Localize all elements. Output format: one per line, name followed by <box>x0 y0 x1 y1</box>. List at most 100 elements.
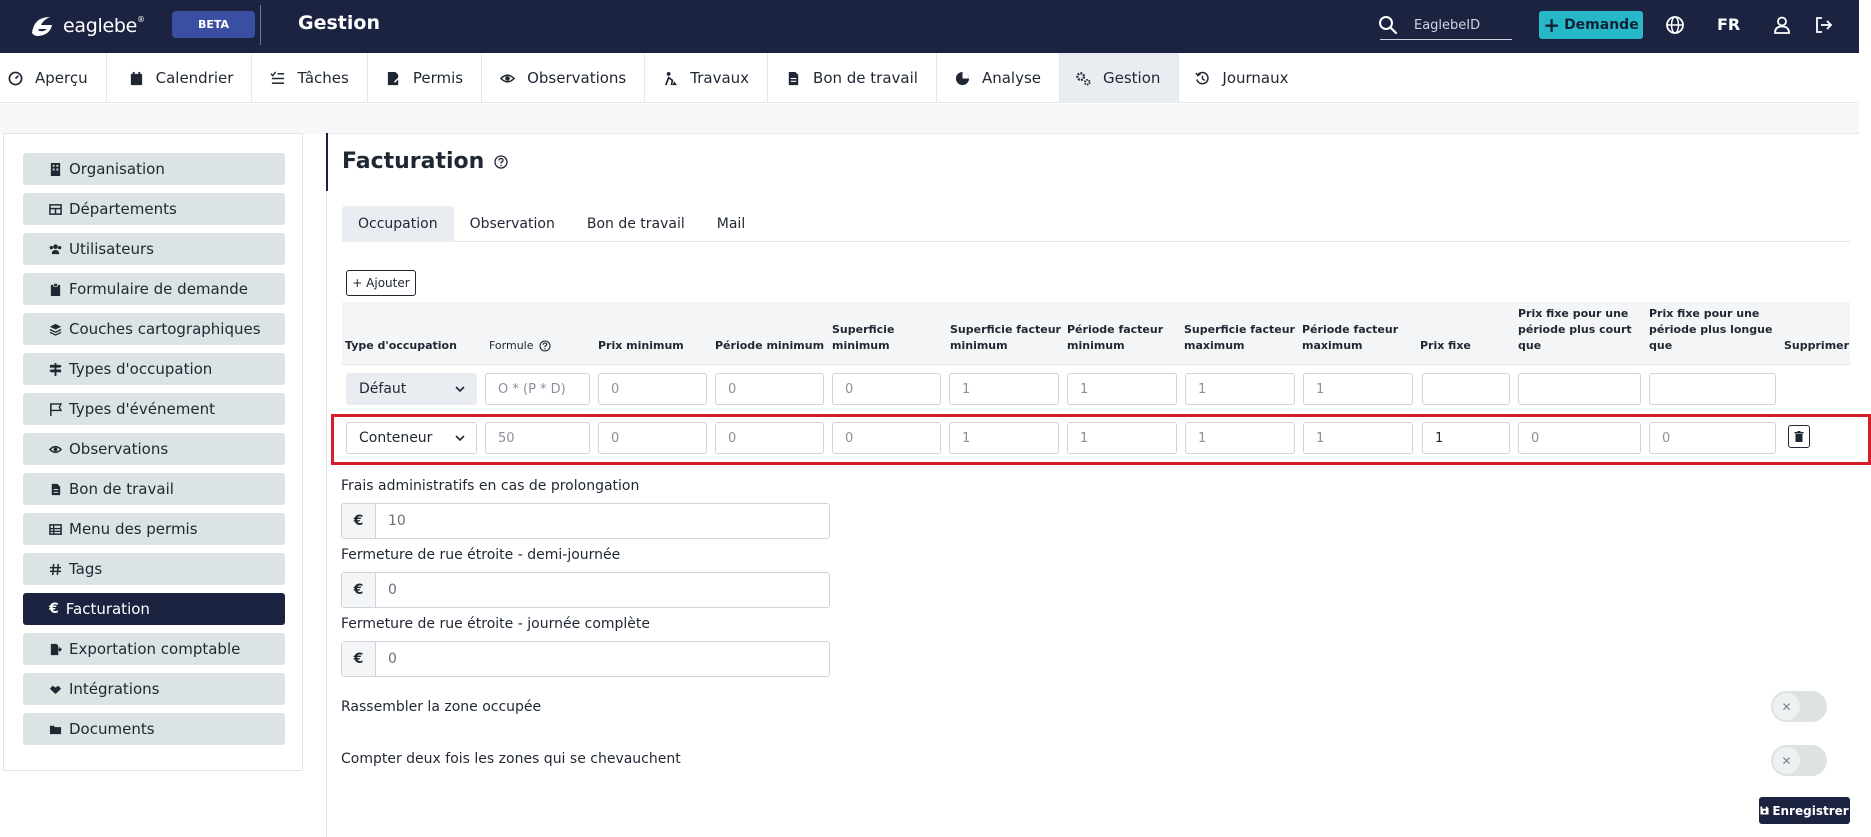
superficie-facteur-minimum-input[interactable]: 1 <box>949 422 1059 454</box>
tab-taches[interactable]: Tâches <box>252 53 368 103</box>
tab-gestion[interactable]: Gestion <box>1060 53 1180 103</box>
sidebar-item-label: Facturation <box>65 600 150 618</box>
periode-facteur-minimum-input[interactable]: 1 <box>1067 373 1177 405</box>
close-icon: ✕ <box>1773 693 1800 720</box>
user-icon[interactable] <box>1772 15 1792 35</box>
sidebar-item-documents[interactable]: Documents <box>23 713 285 745</box>
tab-bon-de-travail[interactable]: Bon de travail <box>768 53 937 103</box>
sidebar-item-facturation[interactable]: € Facturation <box>23 593 285 625</box>
brand-text: eaglebe <box>63 15 138 37</box>
save-button[interactable]: Enregistrer <box>1759 797 1850 824</box>
subtab-bon-de-travail[interactable]: Bon de travail <box>571 206 701 242</box>
sidebar-item-utilisateurs[interactable]: Utilisateurs <box>23 233 285 265</box>
tab-permis[interactable]: Permis <box>368 53 483 103</box>
column-header-formule: Formule <box>489 338 551 354</box>
toggle-label: Rassembler la zone occupée <box>341 699 542 715</box>
prix-minimum-input[interactable]: 0 <box>598 373 707 405</box>
prix-fixe-long-input[interactable]: 0 <box>1649 422 1776 454</box>
sidebar-item-couches[interactable]: Couches cartographiques <box>23 313 285 345</box>
clipboard-icon <box>50 282 61 296</box>
brand-name: eaglebe® <box>63 15 145 37</box>
help-icon[interactable] <box>538 340 551 352</box>
new-request-button[interactable]: + Demande <box>1539 11 1643 39</box>
main-nav: Aperçu Calendrier Tâches Permis Observat… <box>0 53 1859 103</box>
column-header: Période minimum <box>715 339 825 352</box>
billing-subtabs: Occupation Observation Bon de travail Ma… <box>342 206 1850 242</box>
logo[interactable]: eaglebe® <box>28 11 145 41</box>
prix-fixe-court-input[interactable]: 0 <box>1518 422 1641 454</box>
file-icon <box>51 483 61 495</box>
prix-fixe-input[interactable]: 1 <box>1422 422 1510 454</box>
sidebar-item-observations[interactable]: Observations <box>23 433 285 465</box>
tab-travaux[interactable]: Travaux <box>645 53 769 103</box>
sidebar-item-label: Organisation <box>69 160 165 178</box>
sidebar-item-organisation[interactable]: Organisation <box>23 153 285 185</box>
tab-observations[interactable]: Observations <box>482 53 646 103</box>
periode-minimum-input[interactable]: 0 <box>715 373 824 405</box>
subtab-occupation[interactable]: Occupation <box>342 206 454 242</box>
subtab-observation[interactable]: Observation <box>454 206 571 242</box>
tab-analyse[interactable]: Analyse <box>937 53 1060 103</box>
field-label: Frais administratifs en cas de prolongat… <box>341 478 640 494</box>
prix-minimum-input[interactable]: 0 <box>598 422 707 454</box>
superficie-facteur-maximum-input[interactable]: 1 <box>1185 422 1295 454</box>
logout-icon[interactable] <box>1814 15 1834 35</box>
merge-zone-toggle[interactable]: ✕ <box>1771 691 1827 722</box>
periode-facteur-maximum-input[interactable]: 1 <box>1303 422 1413 454</box>
tab-calendrier[interactable]: Calendrier <box>107 53 253 103</box>
tab-journaux[interactable]: Journaux <box>1179 53 1306 103</box>
history-icon <box>1195 71 1210 84</box>
sidebar-item-menu-permis[interactable]: Menu des permis <box>23 513 285 545</box>
sidebar-item-bon-de-travail[interactable]: Bon de travail <box>23 473 285 505</box>
chevron-down-icon <box>455 435 465 442</box>
sidebar-item-label: Types d'événement <box>69 400 215 418</box>
tab-apercu[interactable]: Aperçu <box>0 53 107 103</box>
sidebar-item-departements[interactable]: Départements <box>23 193 285 225</box>
prix-fixe-long-input[interactable] <box>1649 373 1776 405</box>
euro-icon: € <box>342 642 376 676</box>
sidebar-item-exportation[interactable]: Exportation comptable <box>23 633 285 665</box>
tab-label: Travaux <box>690 69 750 87</box>
eye-icon <box>49 445 62 453</box>
layers-icon <box>49 323 62 336</box>
close-icon: ✕ <box>1773 747 1800 774</box>
title-accent <box>326 133 328 191</box>
subtab-mail[interactable]: Mail <box>701 206 761 242</box>
superficie-facteur-minimum-input[interactable]: 1 <box>949 373 1059 405</box>
prix-fixe-input[interactable] <box>1422 373 1510 405</box>
globe-icon[interactable] <box>1665 15 1685 35</box>
half-day-closure-input[interactable]: 0 <box>376 573 829 607</box>
overlap-count-toggle[interactable]: ✕ <box>1771 745 1827 776</box>
full-day-closure-input[interactable]: 0 <box>376 642 829 676</box>
periode-minimum-input[interactable]: 0 <box>715 422 824 454</box>
admin-fee-input[interactable]: 10 <box>376 504 829 538</box>
occupation-type-select[interactable]: Défaut <box>346 373 477 405</box>
language-selector[interactable]: FR <box>1717 15 1740 34</box>
save-icon <box>1760 806 1769 815</box>
sidebar-item-types-occupation[interactable]: Types d'occupation <box>23 353 285 385</box>
search-input[interactable] <box>1380 12 1512 40</box>
tab-label: Observations <box>527 69 627 87</box>
occupation-type-select[interactable]: Conteneur <box>346 422 477 454</box>
formula-input[interactable]: 50 <box>485 422 590 454</box>
sidebar-item-formulaire[interactable]: Formulaire de demande <box>23 273 285 305</box>
hashtag-icon <box>49 563 62 575</box>
periode-facteur-maximum-input[interactable]: 1 <box>1303 373 1413 405</box>
sidebar-item-types-evenement[interactable]: Types d'événement <box>23 393 285 425</box>
analytics-icon <box>955 71 969 85</box>
help-icon[interactable] <box>494 154 508 169</box>
superficie-minimum-input[interactable]: 0 <box>832 422 941 454</box>
formula-input[interactable]: O * (P * D) <box>485 373 590 405</box>
delete-row-button[interactable] <box>1788 425 1810 448</box>
superficie-minimum-input[interactable]: 0 <box>832 373 941 405</box>
prix-fixe-court-input[interactable] <box>1518 373 1641 405</box>
add-button[interactable]: + Ajouter <box>346 270 416 296</box>
periode-facteur-minimum-input[interactable]: 1 <box>1067 422 1177 454</box>
folder-icon <box>49 725 62 734</box>
sidebar-item-label: Formulaire de demande <box>69 280 248 298</box>
column-header: Superficie facteur maximum <box>1184 323 1295 352</box>
sidebar-item-integrations[interactable]: Intégrations <box>23 673 285 705</box>
euro-icon: € <box>342 504 376 538</box>
superficie-facteur-maximum-input[interactable]: 1 <box>1185 373 1295 405</box>
sidebar-item-tags[interactable]: Tags <box>23 553 285 585</box>
